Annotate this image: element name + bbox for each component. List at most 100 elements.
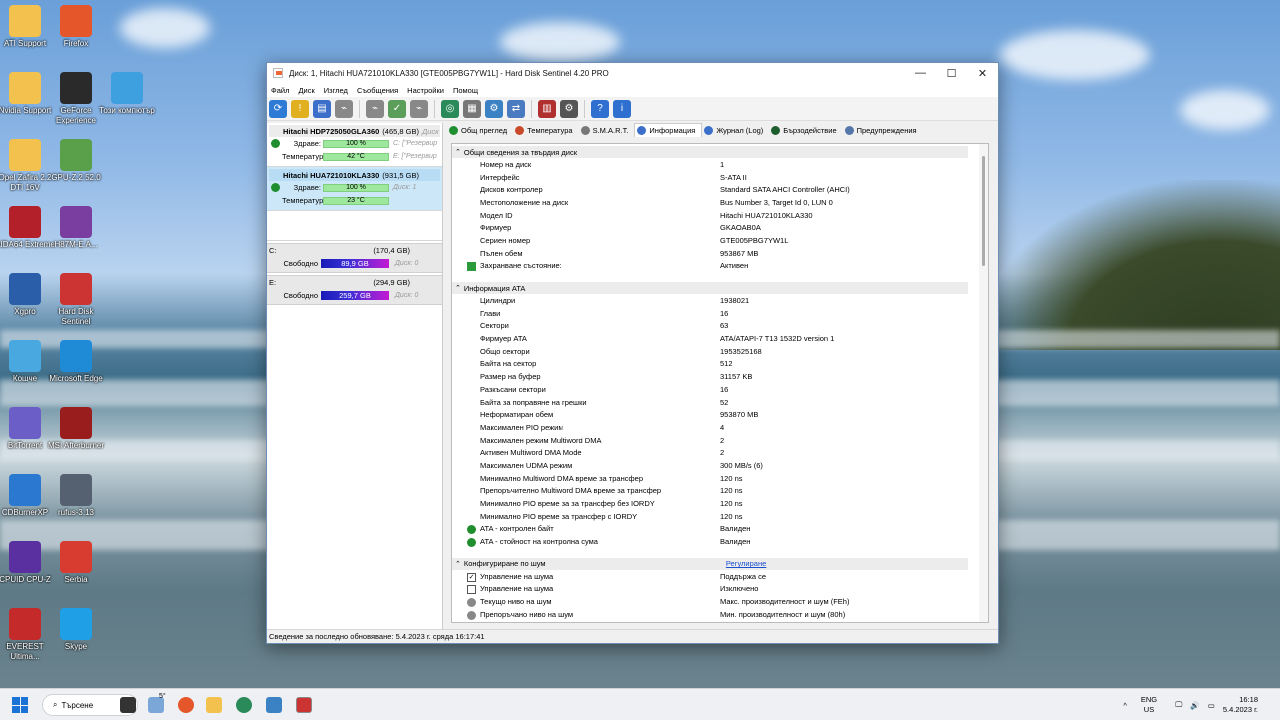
clock[interactable]: 16:18 5.4.2023 г. xyxy=(1223,695,1258,715)
section-header[interactable]: ⌃ Конфигуриране по шум Регулиране xyxy=(452,557,968,570)
adjust-link[interactable]: Регулиране xyxy=(726,559,766,568)
check-icon xyxy=(467,525,476,535)
globe-icon[interactable]: ◎ xyxy=(441,99,459,118)
desktop-shortcut[interactable]: Firefox xyxy=(46,5,106,49)
file-explorer-icon[interactable] xyxy=(206,697,222,713)
health-ok-icon xyxy=(271,183,280,192)
maximize-button[interactable]: ☐ xyxy=(936,63,967,83)
menu-help[interactable]: Помощ xyxy=(453,86,485,95)
network-icon[interactable]: 🖵 xyxy=(1175,700,1182,710)
language-bottom: US xyxy=(1143,705,1155,714)
menu-messages[interactable]: Съобщения xyxy=(357,86,405,95)
tab-alert[interactable]: Предупреждения xyxy=(843,123,923,137)
disk-item-1[interactable]: Hitachi HUA721010KLA330 (931,5 GB) Здраве… xyxy=(267,167,442,211)
close-button[interactable]: ✕ xyxy=(967,63,998,83)
hds-taskbar-icon[interactable] xyxy=(296,697,312,713)
disk-icon[interactable]: ⌁ xyxy=(410,99,428,118)
search-icon: ⌕ xyxy=(53,700,58,709)
info-key: Текущо ниво на шум xyxy=(480,597,552,607)
desktop-shortcut[interactable]: Microsoft Edge xyxy=(46,340,106,384)
desktop-shortcut[interactable]: Skype xyxy=(46,608,106,652)
status-text: Сведение за последно обновяване: 5.4.202… xyxy=(269,632,485,641)
edge-icon xyxy=(60,340,92,372)
info-value: 63 xyxy=(720,321,729,331)
report-icon[interactable]: ▤ xyxy=(313,99,331,118)
temperature-bar: 42 °C xyxy=(323,152,389,161)
notepad-icon[interactable] xyxy=(266,697,282,713)
info-value: 31157 KB xyxy=(720,372,753,382)
task-view-icon[interactable] xyxy=(120,697,136,713)
desktop-shortcut[interactable]: Serbia xyxy=(46,541,106,585)
info-value: 953867 MB xyxy=(720,248,759,258)
desktop-shortcut-label: Hard Disk Sentinel xyxy=(58,307,94,326)
start-button[interactable] xyxy=(12,697,28,713)
menu-disk[interactable]: Диск xyxy=(298,86,321,95)
menu-file[interactable]: Файл xyxy=(271,86,296,95)
desktop-shortcut[interactable]: MSI Afterburner xyxy=(46,407,106,451)
chart-icon[interactable]: ▥ xyxy=(538,99,556,118)
disk-item-0[interactable]: Hitachi HDP725050GLA360 (465,8 GB) Диск Зд… xyxy=(267,123,442,167)
help-icon[interactable]: ? xyxy=(591,99,609,118)
info-value: GTE005PBG7YW1L xyxy=(720,235,789,245)
info-value: 512 xyxy=(720,359,733,369)
info-value: 1938021 xyxy=(720,296,750,306)
gear-icon[interactable]: ⚙ xyxy=(560,99,578,118)
window-title: Диск: 1, Hitachi HUA721010KLA330 [GTE005… xyxy=(289,68,609,78)
desktop-shortcut[interactable]: Hard Disk Sentinel xyxy=(46,273,106,327)
tab-speed[interactable]: Бързодействие xyxy=(769,123,842,137)
tab-smart[interactable]: S.M.A.R.T. xyxy=(579,123,635,137)
disk-test-icon[interactable]: ⌁ xyxy=(335,99,353,118)
info-key: Пълен обем xyxy=(480,248,523,258)
free-label: Свободно xyxy=(283,291,318,300)
tab-log[interactable]: Журнал (Log) xyxy=(702,123,769,137)
xgpro-icon xyxy=(9,273,41,305)
volume-e[interactable]: E: (294,9 GB) Свободно 259,7 GB Диск: 0 xyxy=(267,275,442,305)
info-row: Пълен обем 953867 MB xyxy=(452,247,988,260)
tab-thermometer[interactable]: Температура xyxy=(513,123,578,137)
desktop-shortcut[interactable]: H87M-E A... xyxy=(46,206,106,250)
vertical-scrollbar[interactable] xyxy=(979,144,988,622)
network-icon[interactable]: ⇄ xyxy=(507,99,525,118)
settings-icon[interactable]: ⚙ xyxy=(485,99,503,118)
info-row: Препоръчително Multiword DMA време за тр… xyxy=(452,485,988,498)
checkbox-empty-icon[interactable] xyxy=(467,585,476,595)
refresh-icon[interactable]: ⟳ xyxy=(269,99,287,118)
volume-icon[interactable]: 🔊 xyxy=(1190,701,1199,710)
menu-settings[interactable]: Настройки xyxy=(407,86,451,95)
language-indicator[interactable]: ENG US xyxy=(1141,695,1157,715)
disk-side-label: Диск xyxy=(421,126,439,136)
tab-info[interactable]: Информация xyxy=(634,123,703,137)
info-key: Фирмуер xyxy=(480,223,512,233)
info-key: Неформатиран обем xyxy=(480,410,554,420)
everest-icon xyxy=(9,608,41,640)
warning-icon[interactable]: ! xyxy=(291,99,309,118)
globe-icon[interactable] xyxy=(236,697,252,713)
info-icon[interactable]: i xyxy=(613,99,631,118)
tab-check[interactable]: Общ преглед xyxy=(447,123,513,137)
disk-check-icon[interactable]: ✓ xyxy=(388,99,406,118)
health-ok-icon xyxy=(271,139,280,148)
desktop-shortcut[interactable]: GPU-Z.2.52.0 xyxy=(46,139,106,183)
minimize-button[interactable]: — xyxy=(905,63,936,83)
volume-c[interactable]: C: (170,4 GB) Свободно 89,9 GB Диск: 0 xyxy=(267,243,442,273)
disk-test-icon[interactable]: ⌁ xyxy=(366,99,384,118)
menu-view[interactable]: Изглед xyxy=(324,86,355,95)
info-key: ATA - стойност на контролна сума xyxy=(480,537,598,547)
disk-name: Hitachi HDP725050GLA360 xyxy=(283,126,380,136)
info-row: Захранване състояние: Активен xyxy=(452,260,988,273)
tab-strip: Общ преглед Температура S.M.A.R.T. Информац… xyxy=(447,123,923,137)
battery-icon[interactable]: ▭ xyxy=(1208,701,1215,710)
desktop-shortcut[interactable]: Този компютър xyxy=(97,72,157,116)
info-row: Модел ID Hitachi HUA721010KLA330 xyxy=(452,209,988,222)
section-header[interactable]: ⌃ Общи сведения за твърдия диск xyxy=(452,146,968,158)
health-side: Диск: 1 xyxy=(393,184,417,191)
desktop-shortcut[interactable]: rufus-3.13 xyxy=(46,474,106,518)
section-header[interactable]: ⌃ Информация ATA xyxy=(452,282,968,295)
firefox-icon[interactable] xyxy=(178,697,194,713)
checkbox-checked-icon[interactable]: ✓ xyxy=(467,572,476,582)
scroll-thumb[interactable] xyxy=(982,156,985,266)
document-icon[interactable]: ▦ xyxy=(463,99,481,118)
title-bar[interactable]: Диск: 1, Hitachi HUA721010KLA330 [GTE005… xyxy=(267,63,998,83)
tray-overflow-icon[interactable]: ^ xyxy=(1123,701,1127,710)
info-key: Глави xyxy=(480,308,501,318)
